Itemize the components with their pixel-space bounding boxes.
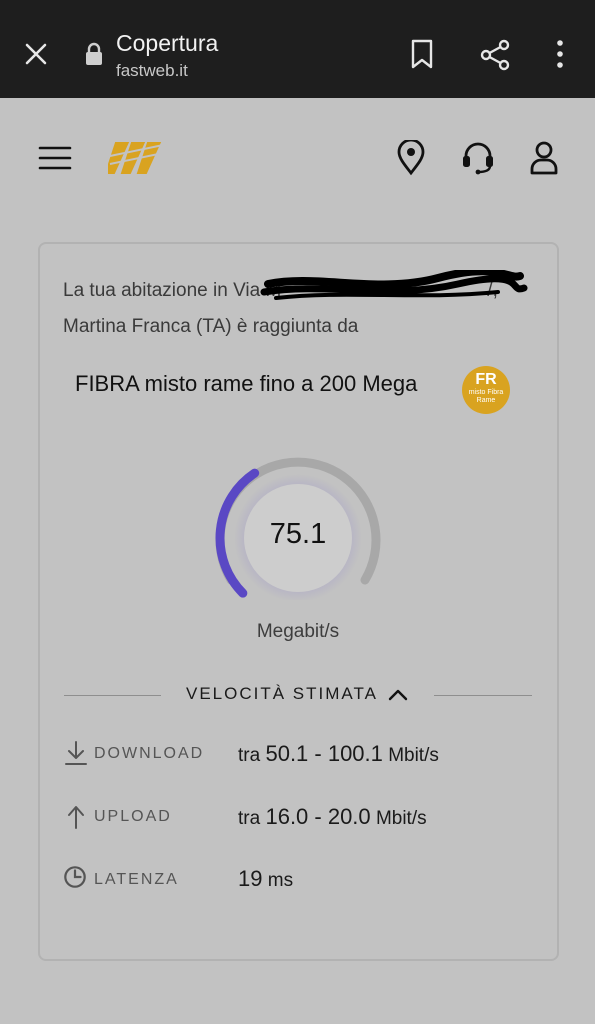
bookmark-icon[interactable] <box>408 38 436 70</box>
user-icon[interactable] <box>528 140 560 176</box>
latency-unit: ms <box>267 870 294 891</box>
gauge-value: 75.1 <box>269 518 327 550</box>
badge-code: FR <box>475 371 497 388</box>
upload-unit: Mbit/s <box>375 808 427 829</box>
upload-value: tra 16.0 - 20.0 Mbit/s <box>238 804 427 830</box>
redaction-scribble <box>260 270 528 300</box>
download-range: 50.1 - 100.1 <box>265 741 383 766</box>
address-line2: Martina Franca (TA) è raggiunta da <box>63 316 359 337</box>
share-icon[interactable] <box>478 38 512 72</box>
divider-right <box>434 695 532 696</box>
chevron-up-icon[interactable] <box>388 687 408 701</box>
latency-number: 19 <box>238 866 263 891</box>
upload-label: UPLOAD <box>94 808 172 825</box>
latency-value: 19 ms <box>238 866 293 892</box>
menu-icon[interactable] <box>38 143 72 173</box>
gauge-unit: Megabit/s <box>256 621 340 642</box>
upload-icon <box>68 806 84 829</box>
page-title: Copertura <box>116 30 219 56</box>
lock-icon <box>86 42 102 65</box>
coverage-card <box>38 242 559 961</box>
address-line1: La tua abitazione in Via M <box>63 280 282 301</box>
browser-toolbar: Copertura fastweb.it <box>0 0 595 98</box>
latency-label: LATENZA <box>94 871 179 888</box>
upload-prefix: tra <box>238 808 261 829</box>
headset-icon[interactable] <box>460 141 496 175</box>
fiber-type-badge: FR misto Fibra Rame <box>462 366 510 414</box>
badge-subtitle: misto Fibra Rame <box>468 389 504 404</box>
download-unit: Mbit/s <box>388 745 439 766</box>
more-icon[interactable] <box>550 38 570 70</box>
section-toggle-title[interactable]: VELOCITÀ STIMATA <box>186 684 378 704</box>
download-icon <box>65 741 87 765</box>
download-label: DOWNLOAD <box>94 745 205 762</box>
upload-range: 16.0 - 20.0 <box>265 804 371 829</box>
fastweb-logo[interactable] <box>108 136 170 178</box>
download-prefix: tra <box>238 745 261 766</box>
location-pin-icon[interactable] <box>395 140 427 176</box>
divider-left <box>64 695 161 696</box>
technology-title: FIBRA misto rame fino a 200 Mega <box>75 371 418 396</box>
download-value: tra 50.1 - 100.1 Mbit/s <box>238 741 439 767</box>
page-host: fastweb.it <box>116 61 188 80</box>
close-icon[interactable] <box>22 40 50 68</box>
clock-icon <box>64 866 86 888</box>
